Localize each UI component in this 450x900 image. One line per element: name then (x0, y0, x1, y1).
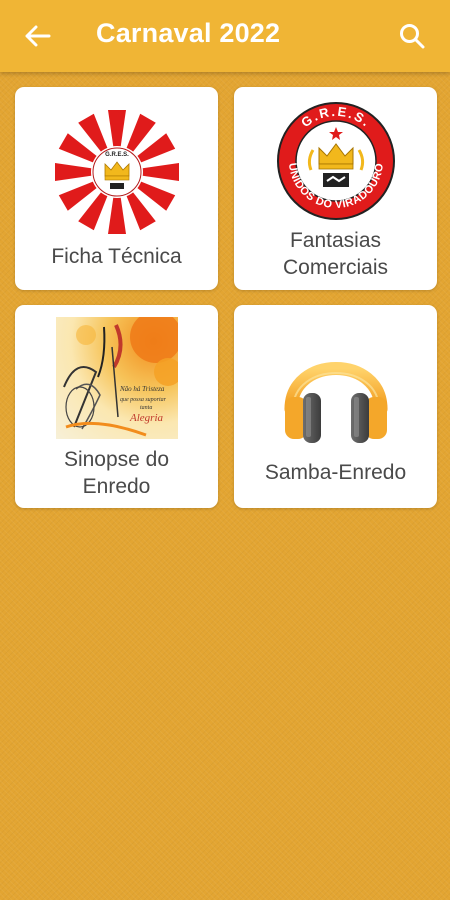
menu-grid: G.R.E.S. Ficha Técnica G.R.E.S. UNIDOS D… (15, 87, 437, 508)
enredo-artwork: Não há Tristeza que possa suportar tanta… (55, 316, 178, 439)
card-label: Samba-Enredo (264, 461, 407, 484)
red-starburst-logo: G.R.E.S. (54, 110, 179, 234)
card-label-line2: Comerciais (282, 255, 389, 279)
card-fantasias-comerciais[interactable]: G.R.E.S. UNIDOS DO VIRADOURO Fantasias C… (234, 87, 437, 290)
app-bar: Carnaval 2022 (0, 0, 450, 72)
search-icon (400, 24, 425, 49)
art-text-line3: tanta (140, 405, 152, 411)
card-samba-enredo[interactable]: Samba-Enredo (234, 305, 437, 508)
card-label-line1: Fantasias (289, 228, 382, 252)
art-text-line1: Não há Tristeza (119, 385, 165, 393)
ficha-logo-top-text: G.R.E.S. (105, 152, 129, 158)
back-button[interactable] (14, 12, 62, 60)
gres-unidos-do-viradouro-emblem: G.R.E.S. UNIDOS DO VIRADOURO (276, 101, 395, 220)
card-sinopse-do-enredo[interactable]: Não há Tristeza que possa suportar tanta… (15, 305, 218, 508)
card-ficha-tecnica[interactable]: G.R.E.S. Ficha Técnica (15, 87, 218, 290)
page-title: Carnaval 2022 (96, 18, 281, 48)
arrow-left-icon (25, 25, 51, 47)
art-text-line4: Alegria (129, 412, 163, 424)
card-label-line2: Enredo (82, 474, 151, 498)
search-button[interactable] (388, 12, 436, 60)
card-label: Ficha Técnica (51, 245, 182, 268)
headphones-icon (284, 362, 387, 443)
card-label-line1: Sinopse do (63, 447, 170, 471)
art-text-line2: que possa suportar (120, 397, 167, 403)
